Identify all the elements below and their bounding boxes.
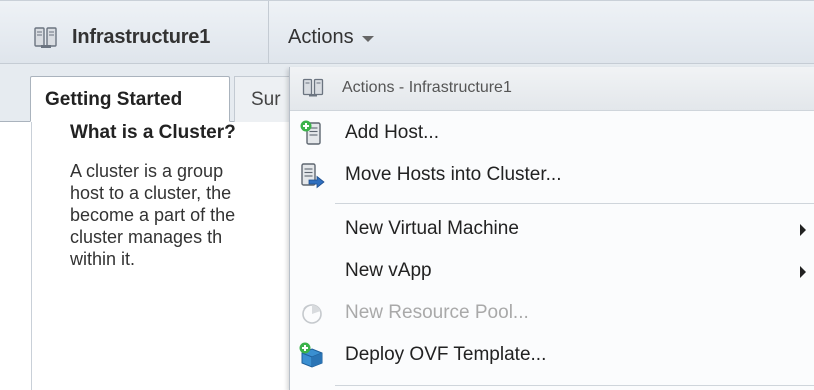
actions-dropdown-menu: Actions - Infrastructure1 Add Host... Mo… <box>289 67 814 390</box>
menu-item-label: Move Hosts into Cluster... <box>345 164 562 185</box>
menu-separator <box>335 203 814 204</box>
menu-item-new-vapp[interactable]: New vApp <box>290 251 814 293</box>
menu-item-label: Deploy OVF Template... <box>345 344 547 365</box>
chevron-down-icon <box>361 36 374 42</box>
actions-menu-button[interactable]: Actions <box>288 26 374 49</box>
deploy-ovf-icon <box>299 342 323 368</box>
menu-item-label: New Virtual Machine <box>345 218 519 239</box>
paragraph-line: become a part of the <box>70 205 236 225</box>
section-heading: What is a Cluster? <box>70 122 236 143</box>
move-hosts-icon <box>301 163 325 189</box>
menu-separator <box>335 385 814 386</box>
paragraph-line: cluster manages th <box>70 227 223 247</box>
cluster-icon <box>34 27 57 48</box>
menu-item-add-host[interactable]: Add Host... <box>290 113 814 155</box>
paragraph-line: host to a cluster, the <box>70 183 232 203</box>
menu-header-label: Actions - Infrastructure1 <box>342 79 512 96</box>
object-title-block: Infrastructure1 <box>0 1 269 63</box>
tab-getting-started[interactable]: Getting Started <box>30 76 230 122</box>
menu-item-new-resource-pool: New Resource Pool... <box>290 293 814 335</box>
submenu-arrow-icon <box>800 266 806 278</box>
object-title: Infrastructure1 <box>72 26 211 48</box>
menu-item-deploy-ovf-template[interactable]: Deploy OVF Template... <box>290 335 814 377</box>
tab-summary[interactable]: Sur <box>234 76 294 122</box>
actions-label: Actions <box>288 26 354 48</box>
content-divider <box>31 122 32 390</box>
cluster-icon <box>302 78 324 97</box>
menu-item-move-hosts[interactable]: Move Hosts into Cluster... <box>290 155 814 197</box>
paragraph-line: A cluster is a group <box>70 161 224 181</box>
object-header: Infrastructure1 Actions <box>0 0 814 64</box>
menu-item-label: New Resource Pool... <box>345 302 529 323</box>
menu-header: Actions - Infrastructure1 <box>290 67 814 111</box>
description-paragraph: A cluster is a group host to a cluster, … <box>70 160 294 270</box>
submenu-arrow-icon <box>800 224 806 236</box>
menu-item-label: New vApp <box>345 260 432 281</box>
paragraph-line: within it. <box>70 249 136 269</box>
add-host-icon <box>300 120 321 145</box>
resource-pool-icon <box>302 304 322 324</box>
menu-item-label: Add Host... <box>345 122 439 143</box>
menu-item-new-virtual-machine[interactable]: New Virtual Machine <box>290 209 814 251</box>
